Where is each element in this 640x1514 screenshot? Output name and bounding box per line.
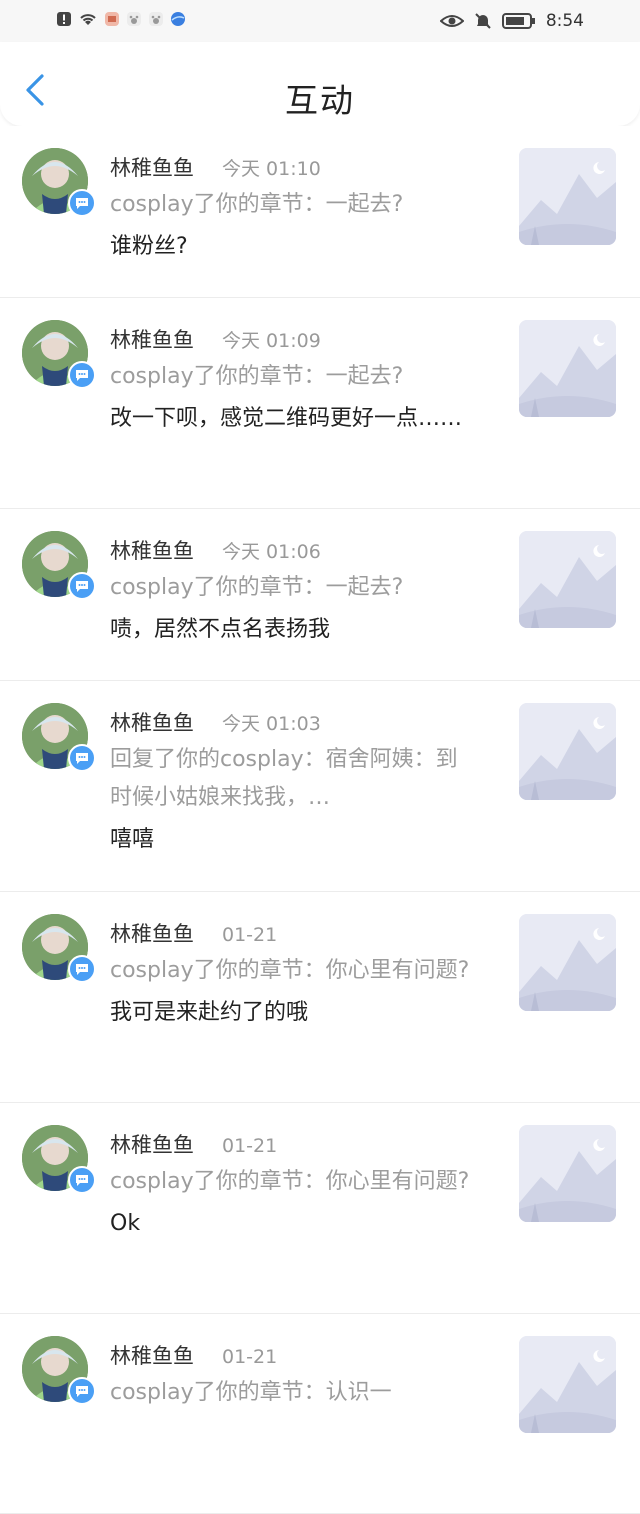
status-icons-right: 8:54 <box>439 11 584 31</box>
globe-icon <box>171 12 185 26</box>
chapter-thumbnail[interactable] <box>519 320 616 417</box>
chapter-thumbnail[interactable] <box>519 1125 616 1222</box>
wifi-icon <box>80 14 96 25</box>
item-reply: 嘻嘻 <box>110 827 155 852</box>
user-name[interactable]: 林稚鱼鱼 <box>110 1129 194 1159</box>
item-reference: cosplay了你的章节：一起去? <box>110 192 404 217</box>
comment-badge-icon <box>68 1377 96 1405</box>
battery-icon <box>501 13 535 29</box>
chapter-thumbnail[interactable] <box>519 1336 616 1433</box>
clock: 8:54 <box>545 11 584 31</box>
item-reply: 改一下呗，感觉二维码更好一点…… <box>110 406 463 431</box>
status-bar: 8:54 <box>0 0 640 42</box>
item-time: 今天 01:03 <box>222 713 321 735</box>
user-name[interactable]: 林稚鱼鱼 <box>110 324 194 354</box>
list-item[interactable]: 林稚鱼鱼 今天 01:09 cosplay了你的章节：一起去? 改一下呗，感觉二… <box>0 298 640 509</box>
comment-badge-icon <box>68 361 96 389</box>
item-content: 林稚鱼鱼 今天 01:10 cosplay了你的章节：一起去? 谁粉丝? <box>110 152 490 266</box>
mute-icon <box>475 13 491 29</box>
item-time: 01-21 <box>222 924 278 946</box>
item-reply: 谁粉丝? <box>110 234 188 259</box>
item-time: 今天 01:10 <box>222 158 321 180</box>
item-reference: 回复了你的cosplay：宿舍阿姨：到时候小姑娘来找我，… <box>110 747 458 810</box>
paw-icon <box>127 12 141 26</box>
item-time: 01-21 <box>222 1346 278 1368</box>
item-content: 林稚鱼鱼 01-21 cosplay了你的章节：你心里有问题? 我可是来赴约了的… <box>110 918 490 1032</box>
comment-badge-icon <box>68 189 96 217</box>
user-name[interactable]: 林稚鱼鱼 <box>110 918 194 948</box>
item-reference: cosplay了你的章节：一起去? <box>110 364 404 389</box>
user-name[interactable]: 林稚鱼鱼 <box>110 152 194 182</box>
status-icons-left <box>56 11 186 27</box>
list-item[interactable]: 林稚鱼鱼 01-21 cosplay了你的章节：你心里有问题? 我可是来赴约了的… <box>0 892 640 1103</box>
item-reply: 啧，居然不点名表扬我 <box>110 617 331 642</box>
item-time: 今天 01:09 <box>222 330 321 352</box>
chapter-thumbnail[interactable] <box>519 148 616 245</box>
item-time: 01-21 <box>222 1135 278 1157</box>
alert-icon <box>57 12 71 26</box>
item-reference: cosplay了你的章节：你心里有问题? <box>110 958 470 983</box>
app-icon <box>105 12 119 26</box>
user-name[interactable]: 林稚鱼鱼 <box>110 707 194 737</box>
item-content: 林稚鱼鱼 01-21 cosplay了你的章节：认识一 <box>110 1340 490 1416</box>
chapter-thumbnail[interactable] <box>519 531 616 628</box>
comment-badge-icon <box>68 744 96 772</box>
list-item[interactable]: 林稚鱼鱼 今天 01:06 cosplay了你的章节：一起去? 啧，居然不点名表… <box>0 509 640 681</box>
item-time: 今天 01:06 <box>222 541 321 563</box>
chapter-thumbnail[interactable] <box>519 914 616 1011</box>
item-reference: cosplay了你的章节：一起去? <box>110 575 404 600</box>
list-item[interactable]: 林稚鱼鱼 01-21 cosplay了你的章节：你心里有问题? Ok <box>0 1103 640 1314</box>
comment-badge-icon <box>68 572 96 600</box>
page-title: 互动 <box>285 81 355 120</box>
item-reference: cosplay了你的章节：认识一 <box>110 1380 392 1405</box>
chapter-thumbnail[interactable] <box>519 703 616 800</box>
interaction-list: 林稚鱼鱼 今天 01:10 cosplay了你的章节：一起去? 谁粉丝? 林稚鱼… <box>0 126 640 1514</box>
paw-icon <box>149 12 163 26</box>
item-content: 林稚鱼鱼 今天 01:03 回复了你的cosplay：宿舍阿姨：到时候小姑娘来找… <box>110 707 490 859</box>
comment-badge-icon <box>68 1166 96 1194</box>
item-reference: cosplay了你的章节：你心里有问题? <box>110 1169 470 1194</box>
item-content: 林稚鱼鱼 今天 01:09 cosplay了你的章节：一起去? 改一下呗，感觉二… <box>110 324 490 438</box>
nav-header: 互动 <box>0 42 640 126</box>
item-reply: 我可是来赴约了的哦 <box>110 1000 309 1025</box>
comment-badge-icon <box>68 955 96 983</box>
user-name[interactable]: 林稚鱼鱼 <box>110 1340 194 1370</box>
eye-icon <box>439 15 464 27</box>
item-content: 林稚鱼鱼 今天 01:06 cosplay了你的章节：一起去? 啧，居然不点名表… <box>110 535 490 649</box>
user-name[interactable]: 林稚鱼鱼 <box>110 535 194 565</box>
list-item[interactable]: 林稚鱼鱼 今天 01:03 回复了你的cosplay：宿舍阿姨：到时候小姑娘来找… <box>0 681 640 892</box>
item-reply: Ok <box>110 1211 141 1236</box>
list-item[interactable]: 林稚鱼鱼 今天 01:10 cosplay了你的章节：一起去? 谁粉丝? <box>0 126 640 298</box>
item-content: 林稚鱼鱼 01-21 cosplay了你的章节：你心里有问题? Ok <box>110 1129 490 1243</box>
list-item[interactable]: 林稚鱼鱼 01-21 cosplay了你的章节：认识一 <box>0 1314 640 1514</box>
